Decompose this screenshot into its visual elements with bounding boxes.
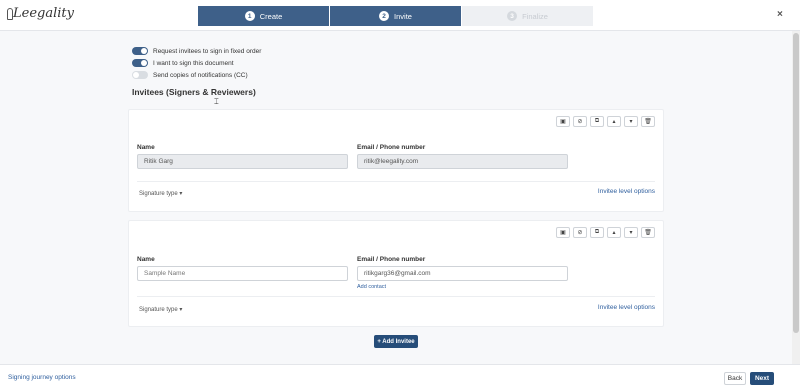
delete-icon[interactable]: 🗑: [641, 116, 655, 127]
step-label: Create: [259, 11, 283, 21]
cc-toggle[interactable]: [132, 71, 148, 79]
step-invite[interactable]: 2 Invite: [330, 6, 461, 26]
step-create[interactable]: 1 Create: [198, 6, 329, 26]
step-number: 2: [379, 11, 390, 21]
contact-card-icon[interactable]: ▣: [556, 116, 570, 127]
add-contact-link[interactable]: Add contact: [357, 284, 386, 290]
divider: [137, 296, 655, 297]
logo-text: Leegality: [13, 6, 74, 21]
email-label: Email / Phone number: [357, 256, 426, 263]
scrollbar[interactable]: [792, 31, 800, 371]
close-icon[interactable]: ×: [777, 9, 783, 20]
scrollbar-thumb[interactable]: [793, 33, 799, 333]
settings-icon[interactable]: ⊘: [573, 227, 587, 238]
signature-type-dropdown[interactable]: Signature type ▾: [139, 306, 182, 313]
name-field[interactable]: Ritik Garg: [137, 154, 348, 169]
signature-type-dropdown[interactable]: Signature type ▾: [139, 190, 182, 197]
invitee-card: ▣ ⊘ ⧉ ▴ ▾ 🗑 Name Ritik Garg Email / Phon…: [128, 109, 664, 212]
copy-icon[interactable]: ⧉: [590, 227, 604, 238]
name-label: Name: [137, 144, 155, 151]
signing-journey-options-link[interactable]: Signing journey options: [8, 374, 76, 381]
invitee-level-options-link[interactable]: Invitee level options: [598, 304, 655, 311]
mouse-cursor-icon: ⌶: [214, 97, 219, 106]
invitee-card: ▣ ⊘ ⧉ ▴ ▾ 🗑 Name Sample Name Email / Pho…: [128, 220, 664, 327]
step-label: Finalize: [522, 11, 548, 21]
brand-logo: Leegality: [7, 5, 74, 25]
email-label: Email / Phone number: [357, 144, 426, 151]
settings-icon[interactable]: ⊘: [573, 116, 587, 127]
cc-option: Send copies of notifications (CC): [132, 71, 248, 79]
delete-icon[interactable]: 🗑: [641, 227, 655, 238]
back-button[interactable]: Back: [724, 372, 746, 385]
card-toolbar: ▣ ⊘ ⧉ ▴ ▾ 🗑: [556, 116, 655, 127]
step-finalize[interactable]: 3 Finalize: [462, 6, 593, 26]
name-input[interactable]: Sample Name: [137, 266, 348, 281]
card-toolbar: ▣ ⊘ ⧉ ▴ ▾ 🗑: [556, 227, 655, 238]
i-sign-option: I want to sign this document: [132, 59, 234, 67]
move-up-icon[interactable]: ▴: [607, 227, 621, 238]
copy-icon[interactable]: ⧉: [590, 116, 604, 127]
step-number: 3: [507, 11, 518, 21]
i-sign-label: I want to sign this document: [153, 59, 234, 67]
contact-card-icon[interactable]: ▣: [556, 227, 570, 238]
fixed-order-label: Request invitees to sign in fixed order: [153, 47, 262, 55]
email-input[interactable]: ritikgarg36@gmail.com: [357, 266, 568, 281]
move-up-icon[interactable]: ▴: [607, 116, 621, 127]
section-title: Invitees (Signers & Reviewers): [132, 87, 256, 97]
name-label: Name: [137, 256, 155, 263]
next-button[interactable]: Next: [750, 372, 774, 385]
fixed-order-option: Request invitees to sign in fixed order: [132, 47, 261, 55]
add-invitee-button[interactable]: + Add Invitee: [374, 335, 418, 348]
i-sign-toggle[interactable]: [132, 59, 148, 67]
divider: [137, 181, 655, 182]
invitee-level-options-link[interactable]: Invitee level options: [598, 188, 655, 195]
step-label: Invite: [394, 11, 412, 21]
fixed-order-toggle[interactable]: [132, 47, 148, 55]
top-bar: Leegality 1 Create 2 Invite 3 Finalize ×: [0, 0, 800, 31]
move-down-icon[interactable]: ▾: [624, 227, 638, 238]
footer-bar: Signing journey options Back Next: [0, 364, 800, 390]
move-down-icon[interactable]: ▾: [624, 116, 638, 127]
email-field[interactable]: ritik@leegality.com: [357, 154, 568, 169]
cc-label: Send copies of notifications (CC): [153, 71, 248, 79]
step-number: 1: [244, 11, 255, 21]
